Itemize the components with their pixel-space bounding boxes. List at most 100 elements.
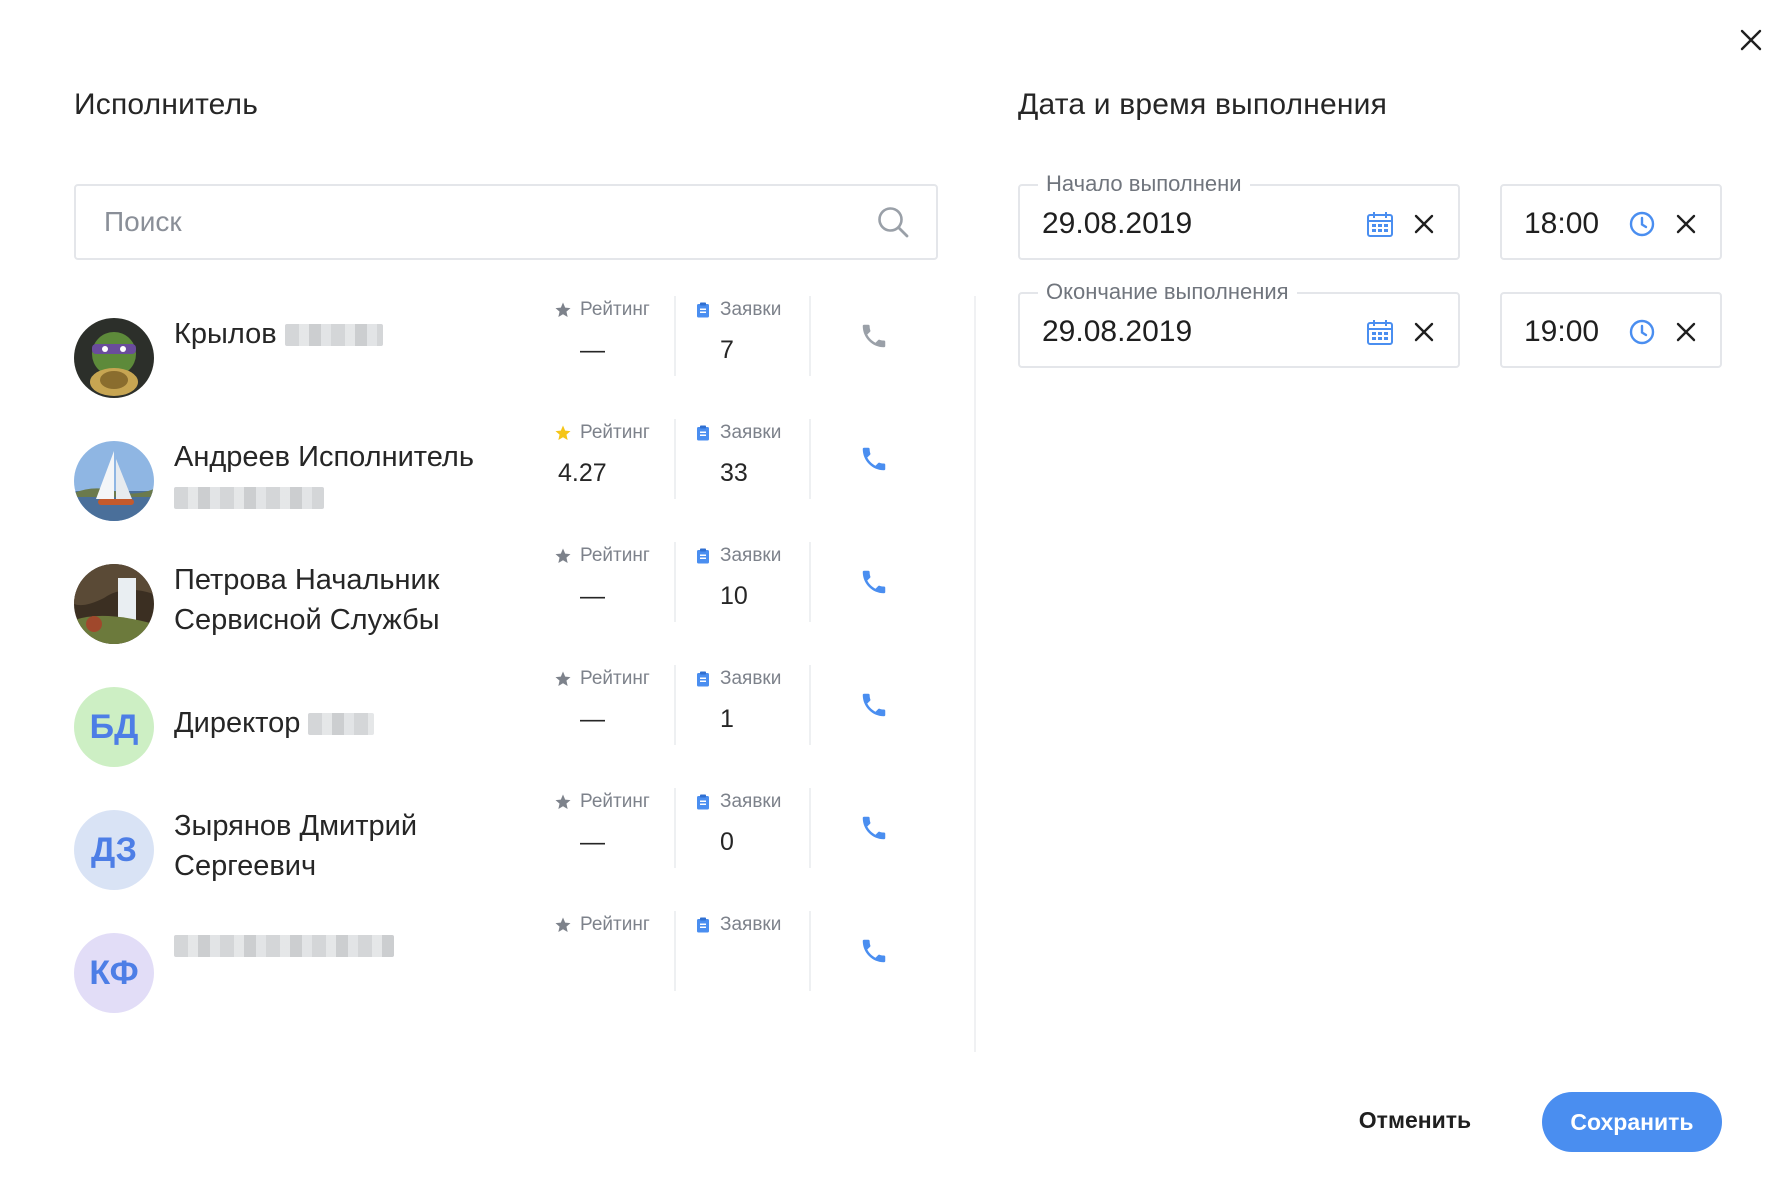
- clipboard-icon: [694, 547, 712, 565]
- end-time-value[interactable]: 19:00: [1524, 312, 1599, 352]
- calendar-icon[interactable]: [1362, 314, 1398, 350]
- clipboard-icon: [694, 670, 712, 688]
- star-icon: [554, 424, 572, 442]
- orders-value: 33: [720, 459, 748, 487]
- save-button[interactable]: Сохранить: [1542, 1092, 1722, 1152]
- orders-label: Заявки: [720, 668, 782, 689]
- orders-stat: Заявки 0: [694, 788, 822, 868]
- clear-icon[interactable]: [1668, 314, 1704, 350]
- performer-row[interactable]: БД Директор Рейтинг — Заявки 1: [74, 665, 954, 767]
- phone-icon: [862, 939, 886, 963]
- divider: [674, 419, 676, 499]
- phone-icon: [862, 693, 886, 717]
- call-button[interactable]: [852, 806, 896, 850]
- search-input[interactable]: [104, 206, 876, 238]
- start-date-value[interactable]: 29.08.2019: [1042, 204, 1192, 244]
- rating-stat: Рейтинг —: [554, 296, 682, 376]
- clear-icon[interactable]: [1406, 314, 1442, 350]
- call-button[interactable]: [852, 314, 896, 358]
- avatar-initials: БД: [89, 707, 139, 746]
- divider: [674, 542, 676, 622]
- call-button[interactable]: [852, 437, 896, 481]
- rating-label: Рейтинг: [580, 914, 650, 935]
- rating-stat: Рейтинг —: [554, 665, 682, 745]
- search-icon[interactable]: [876, 205, 910, 239]
- orders-label: Заявки: [720, 914, 782, 935]
- call-button[interactable]: [852, 560, 896, 604]
- call-button[interactable]: [852, 929, 896, 973]
- avatar: [74, 441, 154, 521]
- orders-value: 0: [720, 828, 734, 856]
- start-date-label: Начало выполнени: [1038, 168, 1250, 200]
- orders-stat: Заявки 10: [694, 542, 822, 622]
- orders-value: 7: [720, 336, 734, 364]
- rating-label: Рейтинг: [580, 668, 650, 689]
- cancel-button[interactable]: Отменить: [1340, 1090, 1490, 1150]
- performer-row[interactable]: ДЗ Зырянов Дмитрий Сергеевич Рейтинг — З…: [74, 788, 954, 890]
- phone-icon: [862, 570, 886, 594]
- clipboard-icon: [694, 301, 712, 319]
- divider: [674, 665, 676, 745]
- start-time-value[interactable]: 18:00: [1524, 204, 1599, 244]
- orders-stat: Заявки 1: [694, 665, 822, 745]
- end-date-value[interactable]: 29.08.2019: [1042, 312, 1192, 352]
- performer-list[interactable]: Крылов Рейтинг — Заявки 7 Андреев Исполн…: [74, 296, 978, 1052]
- clear-icon[interactable]: [1668, 206, 1704, 242]
- performer-row[interactable]: КФ Рейтинг Заявки: [74, 911, 954, 1013]
- rating-label: Рейтинг: [580, 791, 650, 812]
- clipboard-icon: [694, 424, 712, 442]
- star-icon: [554, 793, 572, 811]
- performer-row[interactable]: Крылов Рейтинг — Заявки 7: [74, 296, 954, 398]
- orders-label: Заявки: [720, 299, 782, 320]
- blurred-text: [284, 324, 383, 347]
- clear-icon[interactable]: [1406, 206, 1442, 242]
- performer-name: Петрова Начальник Сервисной Службы: [174, 564, 440, 636]
- rating-stat: Рейтинг: [554, 911, 682, 991]
- calendar-icon[interactable]: [1362, 206, 1398, 242]
- performer-name-text: Андреев Исполнитель: [174, 441, 474, 473]
- avatar: [74, 564, 154, 644]
- avatar: ДЗ: [74, 810, 154, 890]
- orders-stat: Заявки 33: [694, 419, 822, 499]
- divider: [674, 911, 676, 991]
- rating-value: —: [580, 336, 605, 364]
- rating-label: Рейтинг: [580, 545, 650, 566]
- avatar: БД: [74, 687, 154, 767]
- performer-name: Директор: [174, 703, 534, 743]
- star-icon: [554, 547, 572, 565]
- column-divider: [974, 296, 976, 1052]
- divider: [809, 296, 811, 376]
- orders-stat: Заявки 7: [694, 296, 822, 376]
- rating-label: Рейтинг: [580, 422, 650, 443]
- divider: [809, 788, 811, 868]
- blurred-text: [308, 713, 375, 736]
- rating-stat: Рейтинг —: [554, 788, 682, 868]
- clipboard-icon: [694, 916, 712, 934]
- start-date-field[interactable]: Начало выполнени 29.08.2019: [1018, 168, 1460, 260]
- avatar: КФ: [74, 933, 154, 1013]
- avatar-initials: ДЗ: [91, 830, 137, 869]
- clock-icon[interactable]: [1624, 314, 1660, 350]
- performer-name-text: Директор: [174, 707, 301, 739]
- orders-label: Заявки: [720, 791, 782, 812]
- performer-name-text: Крылов: [174, 318, 277, 350]
- rating-label: Рейтинг: [580, 299, 650, 320]
- blurred-text: [174, 935, 394, 958]
- close-button[interactable]: [1731, 20, 1771, 60]
- divider: [809, 665, 811, 745]
- search-field[interactable]: [74, 184, 938, 260]
- rating-stat: Рейтинг —: [554, 542, 682, 622]
- performer-row[interactable]: Андреев Исполнитель Рейтинг 4.27 Заявки …: [74, 419, 954, 521]
- end-time-field[interactable]: 19:00: [1500, 292, 1722, 368]
- performer-row[interactable]: Петрова Начальник Сервисной Службы Рейти…: [74, 542, 954, 644]
- start-time-field[interactable]: 18:00: [1500, 184, 1722, 260]
- end-date-field[interactable]: Окончание выполнения 29.08.2019: [1018, 276, 1460, 368]
- divider: [809, 911, 811, 991]
- end-date-label: Окончание выполнения: [1038, 276, 1297, 308]
- assign-dialog: Исполнитель Дата и время выполнения Поис…: [0, 0, 1784, 1184]
- call-button[interactable]: [852, 683, 896, 727]
- phone-icon: [862, 816, 886, 840]
- clock-icon[interactable]: [1624, 206, 1660, 242]
- orders-stat: Заявки: [694, 911, 822, 991]
- divider: [674, 788, 676, 868]
